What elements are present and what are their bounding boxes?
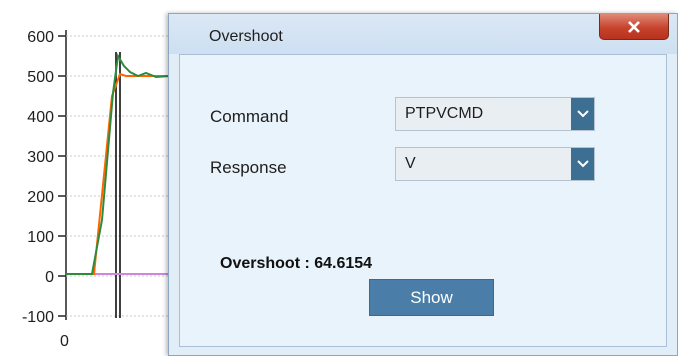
y-tick-marks <box>58 35 66 317</box>
response-label: Response <box>210 158 287 177</box>
command-select[interactable]: PTPVCMD <box>395 97 595 131</box>
x-tick-label: 0 <box>60 333 69 350</box>
dialog-titlebar[interactable]: Overshoot <box>169 14 677 54</box>
dialog-content: Command PTPVCMD Response V Overshoot : 6… <box>179 54 667 347</box>
response-select[interactable]: V <box>395 147 595 181</box>
command-label: Command <box>210 107 289 126</box>
chevron-down-icon <box>576 110 589 118</box>
y-tick-label: 100 <box>27 229 54 246</box>
overshoot-dialog: Overshoot Command PTPVCMD Response V Ove… <box>168 13 678 356</box>
y-tick-label: 300 <box>27 149 54 166</box>
response-trace <box>66 53 171 275</box>
y-tick-label: 200 <box>27 189 54 206</box>
chevron-down-icon <box>576 160 589 168</box>
command-select-value: PTPVCMD <box>405 105 484 122</box>
overshoot-result: Overshoot : 64.6154 <box>220 255 373 272</box>
command-dropdown-button[interactable] <box>571 98 594 130</box>
show-button[interactable]: Show <box>369 279 494 316</box>
close-x-icon <box>628 20 640 33</box>
y-tick-label: 500 <box>27 69 54 86</box>
y-tick-label: 0 <box>45 269 54 286</box>
y-tick-labels: 600 500 400 300 200 100 0 -100 <box>22 29 54 326</box>
response-select-value: V <box>405 155 416 172</box>
y-tick-label: 600 <box>27 29 54 46</box>
response-dropdown-button[interactable] <box>571 148 594 180</box>
close-button[interactable] <box>599 14 669 40</box>
y-tick-label: 400 <box>27 109 54 126</box>
y-tick-label: -100 <box>22 309 54 326</box>
command-trace <box>66 72 170 275</box>
dialog-title: Overshoot <box>209 28 283 45</box>
